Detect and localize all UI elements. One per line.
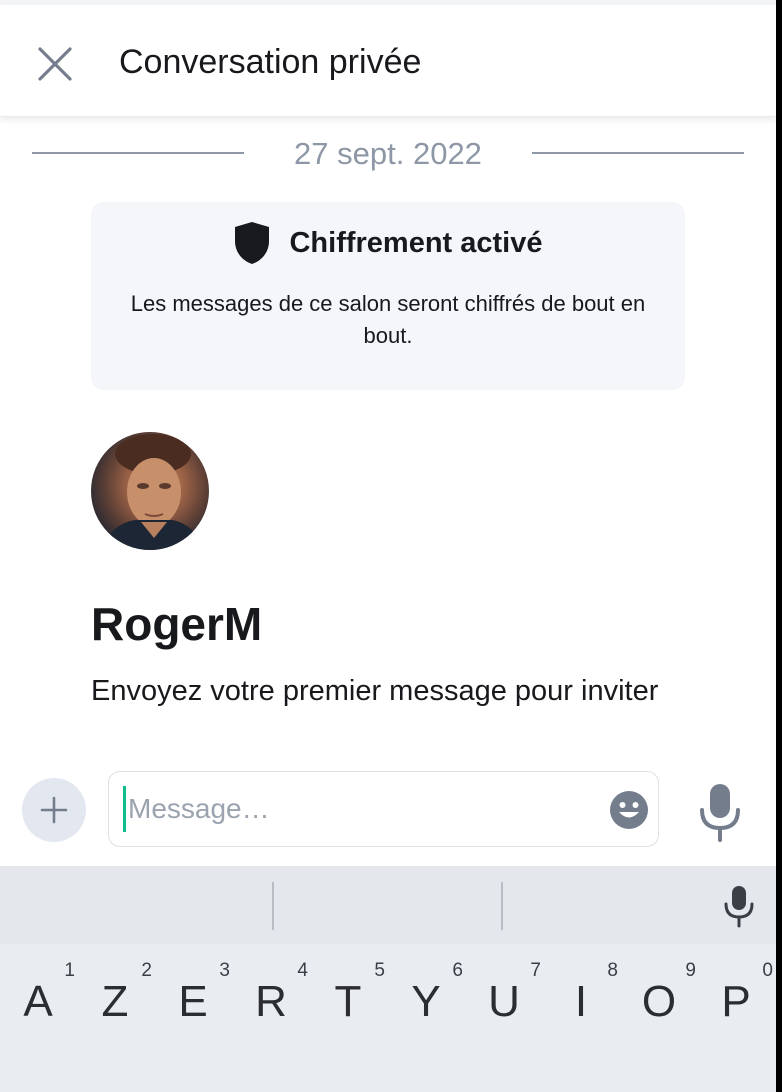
message-composer xyxy=(0,762,776,862)
key-letter: Z xyxy=(101,977,129,1026)
close-button[interactable] xyxy=(28,37,82,91)
encryption-title: Chiffrement activé xyxy=(289,226,543,259)
app-header: Conversation privée xyxy=(0,5,776,117)
keyboard: A 1 Z 2 E 3 R 4 T 5 Y 6 U 7 I 8 O 9 P 0 xyxy=(0,944,776,1092)
avatar-portrait xyxy=(101,434,203,550)
message-field-container xyxy=(108,771,659,847)
key-letter: I xyxy=(574,977,588,1026)
key-number: 3 xyxy=(219,960,230,981)
emoji-icon[interactable] xyxy=(609,790,649,830)
key-number: 5 xyxy=(374,960,385,981)
key-o[interactable]: O 9 xyxy=(626,944,698,1092)
key-number: 1 xyxy=(64,960,75,981)
shield-icon xyxy=(235,222,270,264)
encryption-notice: Chiffrement activé Les messages de ce sa… xyxy=(91,202,685,390)
suggestion-divider xyxy=(272,882,274,930)
key-y[interactable]: Y 6 xyxy=(393,944,465,1092)
key-t[interactable]: T 5 xyxy=(315,944,387,1092)
microphone-icon[interactable] xyxy=(696,782,744,842)
key-number: 7 xyxy=(530,960,541,981)
message-input[interactable] xyxy=(123,786,598,832)
key-letter: R xyxy=(255,977,287,1026)
avatar[interactable] xyxy=(91,432,209,550)
key-letter: U xyxy=(488,977,520,1026)
key-e[interactable]: E 3 xyxy=(160,944,232,1092)
suggestion-divider xyxy=(501,882,503,930)
key-number: 6 xyxy=(452,960,463,981)
key-letter: E xyxy=(178,977,208,1026)
key-number: 8 xyxy=(607,960,618,981)
divider-line xyxy=(532,152,744,154)
encryption-description: Les messages de ce salon seront chiffrés… xyxy=(130,291,646,348)
page-title: Conversation privée xyxy=(119,43,422,81)
screen-edge xyxy=(776,0,782,1092)
key-a[interactable]: A 1 xyxy=(5,944,77,1092)
key-z[interactable]: Z 2 xyxy=(82,944,154,1092)
key-number: 9 xyxy=(685,960,696,981)
key-number: 2 xyxy=(141,960,152,981)
key-letter: T xyxy=(334,977,362,1026)
plus-icon xyxy=(40,796,68,824)
key-letter: P xyxy=(721,977,751,1026)
close-icon xyxy=(38,47,72,81)
keyboard-suggestion-bar xyxy=(0,866,776,944)
key-i[interactable]: I 8 xyxy=(548,944,620,1092)
voice-input-icon[interactable] xyxy=(722,884,756,928)
key-p[interactable]: P 0 xyxy=(703,944,775,1092)
encryption-header: Chiffrement activé xyxy=(91,220,685,266)
key-letter: O xyxy=(641,977,677,1026)
key-number: 4 xyxy=(297,960,308,981)
date-label: 27 sept. 2022 xyxy=(294,136,482,171)
key-letter: A xyxy=(23,977,53,1026)
key-u[interactable]: U 7 xyxy=(471,944,543,1092)
key-r[interactable]: R 4 xyxy=(238,944,310,1092)
key-number: 0 xyxy=(762,960,773,981)
attach-button[interactable] xyxy=(22,778,86,842)
contact-name: RogerM xyxy=(91,598,263,650)
date-separator: 27 sept. 2022 xyxy=(0,134,776,174)
key-letter: Y xyxy=(411,977,441,1026)
invite-text: Envoyez votre premier message pour invit… xyxy=(91,675,659,707)
